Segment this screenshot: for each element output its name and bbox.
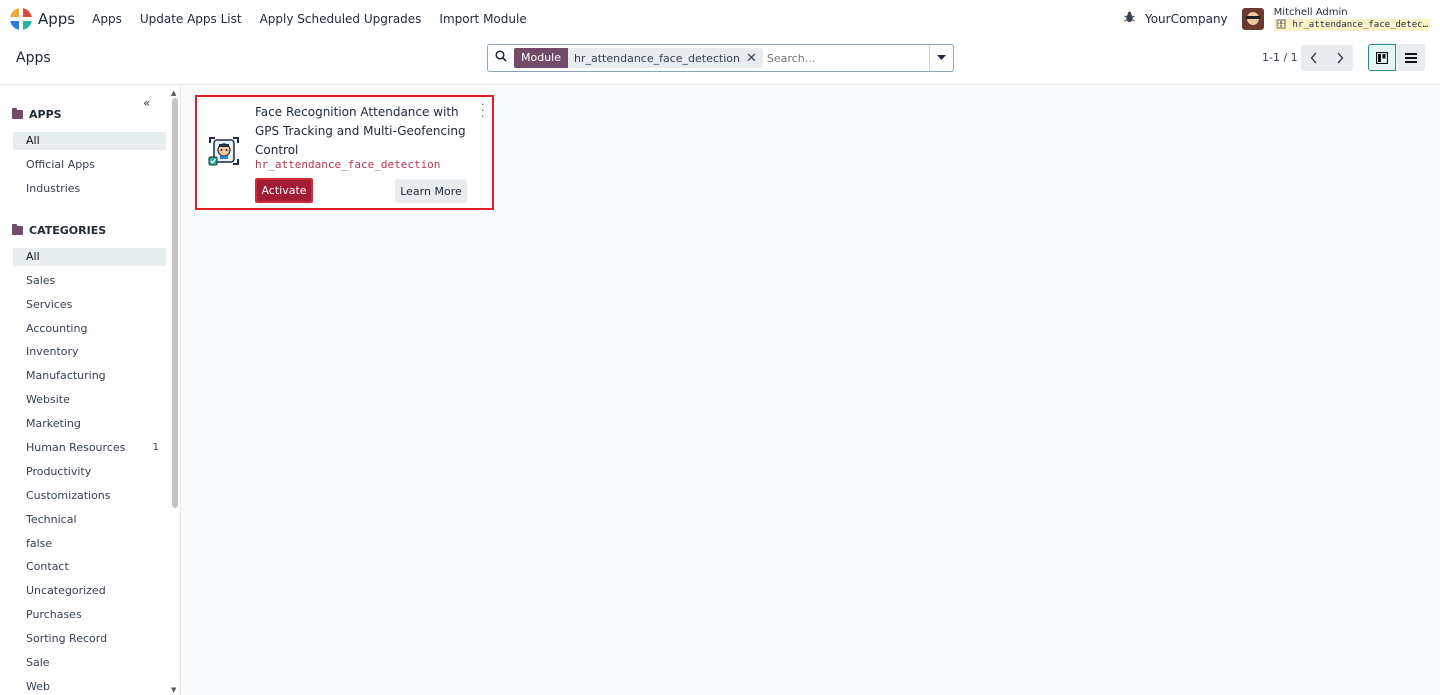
brand-name: Apps xyxy=(38,10,76,28)
scroll-up-icon[interactable]: ▲ xyxy=(171,89,176,97)
sidebar-item-contact[interactable]: Contact xyxy=(13,558,166,576)
folder-icon xyxy=(12,108,23,119)
list-view-button[interactable] xyxy=(1397,44,1425,71)
control-panel: Apps Module hr_attendance_face_detection… xyxy=(0,38,1440,85)
folder-icon xyxy=(12,224,23,235)
app-title[interactable]: Face Recognition Attendance with GPS Tra… xyxy=(255,103,475,160)
sidebar-item-web[interactable]: Web xyxy=(13,678,166,695)
user-name: Mitchell Admin xyxy=(1273,7,1348,18)
sidebar-item-inventory[interactable]: Inventory xyxy=(13,343,166,361)
sidebar-item-purchases[interactable]: Purchases xyxy=(13,606,166,624)
sidebar-item-sales[interactable]: Sales xyxy=(13,272,166,290)
company-switcher[interactable]: YourCompany xyxy=(1145,12,1228,26)
sidebar-item-sale[interactable]: Sale xyxy=(13,654,166,672)
sidebar-item-technical[interactable]: Technical xyxy=(13,511,166,529)
nav-item-update-apps-list[interactable]: Update Apps List xyxy=(140,12,242,26)
categories-section-heading: CATEGORIES xyxy=(12,224,106,237)
apps-section-heading: APPS xyxy=(12,108,62,121)
sidebar-item-services[interactable]: Services xyxy=(13,296,166,314)
scrollbar-thumb[interactable] xyxy=(172,98,178,508)
activate-button[interactable]: Activate xyxy=(255,178,313,203)
kanban-icon xyxy=(1376,51,1388,64)
sidebar-item-sorting-record[interactable]: Sorting Record xyxy=(13,630,166,648)
facet-label: Module xyxy=(514,48,568,68)
sidebar-item-official-apps[interactable]: Official Apps xyxy=(13,156,166,174)
sidebar-item-uncategorized[interactable]: Uncategorized xyxy=(13,582,166,600)
sidebar-item-false[interactable]: false xyxy=(13,535,166,553)
user-avatar[interactable] xyxy=(1241,8,1264,30)
nav-item-import-module[interactable]: Import Module xyxy=(439,12,526,26)
kebab-menu-icon[interactable]: · · · xyxy=(481,99,485,122)
search-input[interactable] xyxy=(766,51,929,65)
database-name: 🗄︎ hr_attendance_face_detec… xyxy=(1273,19,1430,31)
sidebar-item-marketing[interactable]: Marketing xyxy=(13,415,166,433)
scroll-down-icon[interactable]: ▼ xyxy=(171,686,176,694)
pager-previous-button[interactable] xyxy=(1301,45,1327,71)
collapse-sidebar-icon[interactable]: « xyxy=(143,96,150,110)
kanban-view-button[interactable] xyxy=(1368,44,1396,71)
sidebar-item-manufacturing[interactable]: Manufacturing xyxy=(13,367,166,385)
search-options-toggle[interactable] xyxy=(929,45,953,71)
sidebar-scrollbar[interactable]: ▲ ▼ xyxy=(171,89,178,694)
odoo-apps-logo-icon xyxy=(10,8,32,30)
pager-value[interactable]: 1-1 / 1 xyxy=(1262,51,1298,64)
app-technical-name: hr_attendance_face_detection xyxy=(255,158,441,171)
face-recognition-app-icon xyxy=(208,135,240,167)
brand[interactable]: Apps xyxy=(10,8,75,30)
sidebar-item-all-categories[interactable]: All xyxy=(13,248,166,266)
category-count: 1 xyxy=(152,442,159,453)
search-bar[interactable]: Module hr_attendance_face_detection ✕ xyxy=(487,44,954,72)
sidebar-item-industries[interactable]: Industries xyxy=(13,180,166,198)
sidebar-item-accounting[interactable]: Accounting xyxy=(13,320,166,338)
nav-item-apply-scheduled-upgrades[interactable]: Apply Scheduled Upgrades xyxy=(260,12,422,26)
nav-menu: Apps Update Apps List Apply Scheduled Up… xyxy=(92,12,527,26)
app-card[interactable]: Face Recognition Attendance with GPS Tra… xyxy=(195,95,494,210)
bug-icon[interactable] xyxy=(1124,11,1135,27)
pager-next-button[interactable] xyxy=(1327,45,1353,71)
list-icon xyxy=(1405,52,1417,63)
sidebar: « APPS All Official Apps Industries CATE… xyxy=(0,86,181,695)
sidebar-item-customizations[interactable]: Customizations xyxy=(13,487,166,505)
sidebar-item-all-apps[interactable]: All xyxy=(13,132,166,150)
top-navbar: Apps Apps Update Apps List Apply Schedul… xyxy=(0,0,1440,38)
sidebar-item-website[interactable]: Website xyxy=(13,391,166,409)
facet-close-icon[interactable]: ✕ xyxy=(746,51,763,66)
nav-item-apps[interactable]: Apps xyxy=(92,12,122,26)
search-icon[interactable] xyxy=(488,50,514,66)
sidebar-item-human-resources[interactable]: Human Resources 1 xyxy=(13,439,166,457)
breadcrumb: Apps xyxy=(16,50,51,66)
navbar-right: YourCompany Mitchell Admin 🗄︎ hr_attenda… xyxy=(1124,7,1430,31)
learn-more-button[interactable]: Learn More xyxy=(395,179,467,203)
sidebar-item-productivity[interactable]: Productivity xyxy=(13,463,166,481)
search-facet: Module hr_attendance_face_detection ✕ xyxy=(514,48,763,68)
facet-value: hr_attendance_face_detection xyxy=(574,51,740,65)
user-menu[interactable]: Mitchell Admin 🗄︎ hr_attendance_face_det… xyxy=(1273,7,1430,31)
